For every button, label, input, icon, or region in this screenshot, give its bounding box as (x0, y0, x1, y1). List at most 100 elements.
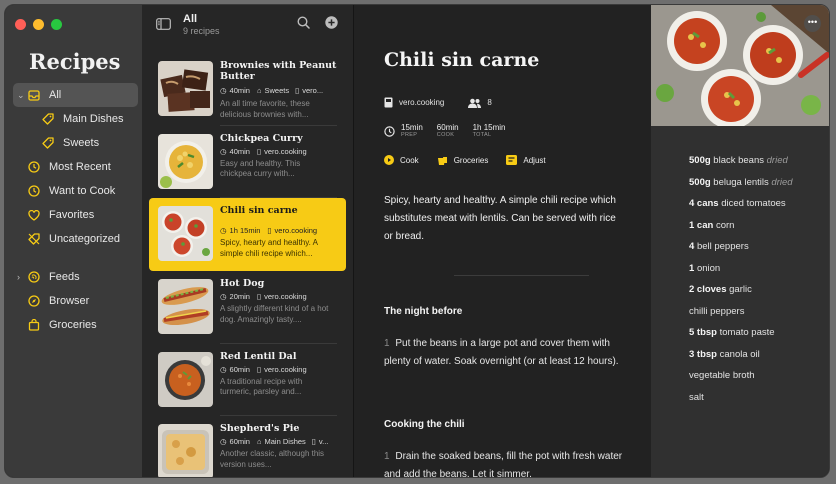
sidebar-toggle-icon[interactable] (156, 17, 171, 35)
recipe-source-link[interactable]: vero.cooking (399, 98, 444, 107)
people-icon (468, 98, 482, 108)
recipe-hero-image: ••• (651, 5, 829, 126)
recipe-meta: ◷ 40min ⌂ Sweets ▯ vero... (220, 86, 323, 95)
sidebar-item-browser[interactable]: Browser (13, 289, 138, 313)
ingredient-quantity: 5 tbsp (689, 327, 717, 338)
tray-icon (27, 89, 40, 101)
ingredient-item[interactable]: salt (689, 392, 793, 414)
recipe-tag: Sweets (264, 86, 290, 95)
recipe-meta: ◷ 60min ▯ vero.cooking (220, 365, 307, 374)
chevron-right-icon[interactable]: › (17, 272, 27, 282)
book-icon (384, 97, 393, 108)
step-text: Put the beans in a large pot and cover t… (384, 338, 619, 367)
cook-button[interactable]: Cook (384, 155, 419, 165)
book-icon: ▯ (295, 86, 300, 95)
ingredient-name: canola oil (719, 348, 760, 360)
search-icon[interactable] (297, 16, 310, 34)
recipe-source: vero.cooking (264, 292, 307, 301)
sidebar-item-sweets[interactable]: Sweets (13, 131, 138, 155)
clock-icon (384, 124, 395, 142)
groceries-button[interactable]: Groceries (437, 155, 489, 165)
sidebar-item-most-recent[interactable]: Most Recent (13, 155, 138, 179)
sidebar-item-feeds[interactable]: › Feeds (13, 265, 138, 289)
ingredient-item[interactable]: 500g beluga lentils dried (689, 177, 793, 199)
recipe-time: 40min (229, 146, 250, 156)
sidebar-item-main-dishes[interactable]: Main Dishes (13, 107, 138, 131)
ingredient-quantity: 500g (689, 155, 711, 166)
close-window-button[interactable] (15, 19, 26, 30)
sidebar-nav: ⌄ All Main Dishes Sweets Most Recent Wan… (13, 83, 138, 337)
recipe-card[interactable]: Hot Dog ◷ 20min ▯ vero.cooking A slightly … (142, 271, 353, 344)
section-heading: The night before (384, 306, 463, 317)
recipe-card[interactable]: Chickpea Curry ◷ 40min ▯ vero.cooking Easy… (142, 126, 353, 198)
ingredient-item[interactable]: 1 onion (689, 263, 793, 285)
sidebar-item-label: Groceries (49, 319, 97, 331)
servings-value[interactable]: 8 (487, 98, 491, 107)
adjust-button[interactable]: Adjust (506, 155, 546, 165)
untag-icon (27, 233, 40, 245)
recipe-time: 60min (229, 364, 250, 374)
ingredient-name: black beans (713, 155, 764, 166)
ingredient-item[interactable]: 3 tbsp canola oil (689, 349, 793, 371)
ingredient-item[interactable]: 4 cans diced tomatoes (689, 198, 793, 220)
bag-icon (27, 319, 40, 331)
sidebar-item-want-to-cook[interactable]: Want to Cook (13, 179, 138, 203)
groceries-button-label: Groceries (453, 155, 489, 165)
recipe-card[interactable]: Red Lentil Dal ◷ 60min ▯ vero.cooking A tr… (142, 344, 353, 416)
ingredient-item[interactable]: vegetable broth (689, 370, 793, 392)
ingredient-item[interactable]: 4 bell peppers (689, 241, 793, 263)
ingredient-name: tomato paste (719, 327, 775, 338)
ingredient-name: garlic (729, 284, 752, 295)
ingredient-item[interactable]: 500g black beans dried (689, 155, 793, 177)
recipe-time: 1h 15min (229, 226, 261, 235)
recipe-source: vero.cooking (274, 226, 318, 235)
recipe-description: Spicy, hearty and healthy. A simple chil… (220, 238, 318, 258)
book-icon: ▯ (256, 292, 262, 301)
clock-icon (27, 185, 40, 197)
cook-time-value: 60min (436, 123, 459, 132)
clock-icon (27, 161, 40, 173)
minimize-window-button[interactable] (33, 19, 44, 30)
ingredient-name: diced tomatoes (721, 198, 786, 209)
recipe-time: 20min (229, 292, 250, 301)
total-time-value: 1h 15min (472, 123, 506, 132)
sidebar-item-uncategorized[interactable]: Uncategorized (13, 227, 138, 251)
clock-icon: ◷ (220, 437, 227, 446)
ingredient-item[interactable]: chilli peppers (689, 306, 793, 328)
sidebar-item-all[interactable]: ⌄ All (13, 83, 138, 107)
zoom-window-button[interactable] (51, 19, 62, 30)
recipe-title: Shepherd's Pie (220, 423, 300, 434)
total-time-label: TOTAL (472, 132, 492, 138)
ingredient-quantity: 1 (689, 262, 695, 274)
total-time: 1h 15min TOTAL (473, 123, 506, 142)
add-recipe-icon[interactable] (325, 16, 338, 34)
ingredient-item[interactable]: 5 tbsp tomato paste (689, 327, 793, 349)
recipe-card-selected[interactable]: Chili sin carne ◷ 1h 15min ▯ vero.cooking … (149, 198, 346, 271)
sidebar-item-label: Sweets (63, 137, 100, 149)
sidebar-item-label: Uncategorized (49, 233, 120, 245)
ingredient-name: chilli peppers (689, 305, 745, 317)
ingredient-item[interactable]: 2 cloves garlic (689, 284, 793, 306)
chevron-down-icon[interactable]: ⌄ (17, 90, 27, 101)
tag-icon: ⌂ (256, 86, 262, 95)
prep-time: 15min PREP (401, 123, 423, 142)
bag-icon (437, 155, 448, 165)
ingredient-name: salt (689, 391, 704, 403)
recipe-card[interactable]: Brownies with Peanut Butter ◷ 40min ⌂ Swee… (142, 53, 353, 126)
clock-icon: ◷ (220, 364, 227, 374)
feeds-icon (27, 271, 40, 283)
step-item: 1 Put the beans in a large pot and cover… (384, 335, 624, 370)
clock-icon: ◷ (220, 146, 227, 156)
recipe-tag: Main Dishes (264, 437, 306, 446)
recipe-card[interactable]: Shepherd's Pie ◷ 60min ⌂ Main Dishes ▯ v...… (142, 416, 353, 477)
ingredient-item[interactable]: 1 can corn (689, 220, 793, 242)
ingredient-quantity: 2 cloves (689, 284, 727, 295)
tag-icon (41, 113, 54, 125)
recipe-intro: Spicy, hearty and healthy. A simple chil… (384, 195, 616, 242)
recipe-detail-title: Chili sin carne (384, 49, 540, 71)
sidebar-item-favorites[interactable]: Favorites (13, 203, 138, 227)
sidebar-item-label: Main Dishes (63, 113, 124, 125)
sidebar-item-groceries[interactable]: Groceries (13, 313, 138, 337)
more-options-button[interactable]: ••• (804, 15, 821, 32)
recipe-source: vero.cooking (264, 364, 307, 374)
